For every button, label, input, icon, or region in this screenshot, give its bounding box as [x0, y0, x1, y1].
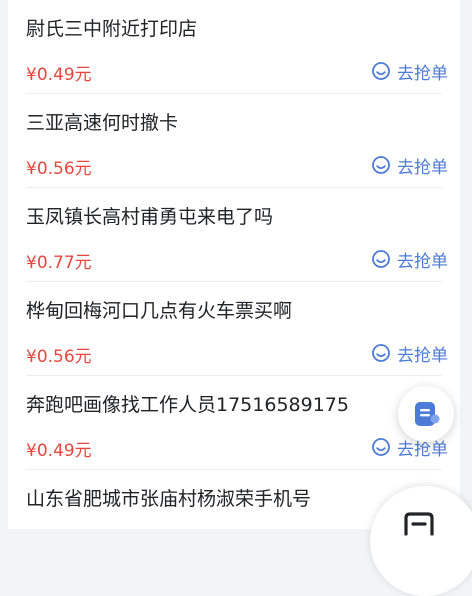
order-title: 尉氏三中附近打印店 — [26, 18, 198, 40]
order-title: 山东省肥城市张庙村杨淑荣手机号 — [26, 488, 312, 510]
note-icon — [415, 402, 440, 426]
smile-circle-icon — [372, 438, 390, 456]
list-item[interactable]: 奔跑吧画像找工作人员17516589175 ¥0.49元 去抢单 — [8, 376, 460, 470]
order-price: ¥0.49元 — [26, 65, 92, 85]
order-price: ¥0.77元 — [26, 253, 92, 273]
smile-circle-icon — [372, 62, 390, 80]
order-list: 尉氏三中附近打印店 ¥0.49元 去抢单 三亚高速何时撤卡 ¥0.56元 去抢单… — [8, 0, 460, 529]
order-title: 桦甸回梅河口几点有火车票买啊 — [26, 300, 293, 322]
corner-action-button[interactable] — [370, 486, 472, 596]
grab-order-button[interactable]: 去抢单 — [371, 59, 448, 84]
grab-order-label: 去抢单 — [397, 63, 448, 84]
floating-note-button[interactable] — [398, 386, 454, 442]
grab-order-button[interactable]: 去抢单 — [371, 153, 448, 178]
order-price: ¥0.49元 — [26, 441, 92, 461]
order-price: ¥0.56元 — [26, 159, 92, 179]
list-item[interactable]: 玉凤镇长高村甫勇屯来电了吗 ¥0.77元 去抢单 — [8, 188, 460, 282]
grab-order-button[interactable]: 去抢单 — [371, 341, 448, 366]
grab-order-label: 去抢单 — [397, 157, 448, 178]
clipboard-icon — [404, 512, 434, 536]
smile-circle-icon — [372, 250, 390, 268]
list-item[interactable]: 三亚高速何时撤卡 ¥0.56元 去抢单 — [8, 94, 460, 188]
smile-circle-icon — [372, 344, 390, 362]
smile-circle-icon — [372, 156, 390, 174]
grab-order-label: 去抢单 — [397, 345, 448, 366]
grab-order-label: 去抢单 — [397, 251, 448, 272]
order-price: ¥0.56元 — [26, 347, 92, 367]
order-title: 三亚高速何时撤卡 — [26, 112, 179, 134]
list-item[interactable]: 桦甸回梅河口几点有火车票买啊 ¥0.56元 去抢单 — [8, 282, 460, 376]
grab-order-button[interactable]: 去抢单 — [371, 247, 448, 272]
list-item[interactable]: 尉氏三中附近打印店 ¥0.49元 去抢单 — [8, 0, 460, 94]
order-title: 奔跑吧画像找工作人员17516589175 — [26, 394, 349, 416]
order-title: 玉凤镇长高村甫勇屯来电了吗 — [26, 206, 274, 228]
